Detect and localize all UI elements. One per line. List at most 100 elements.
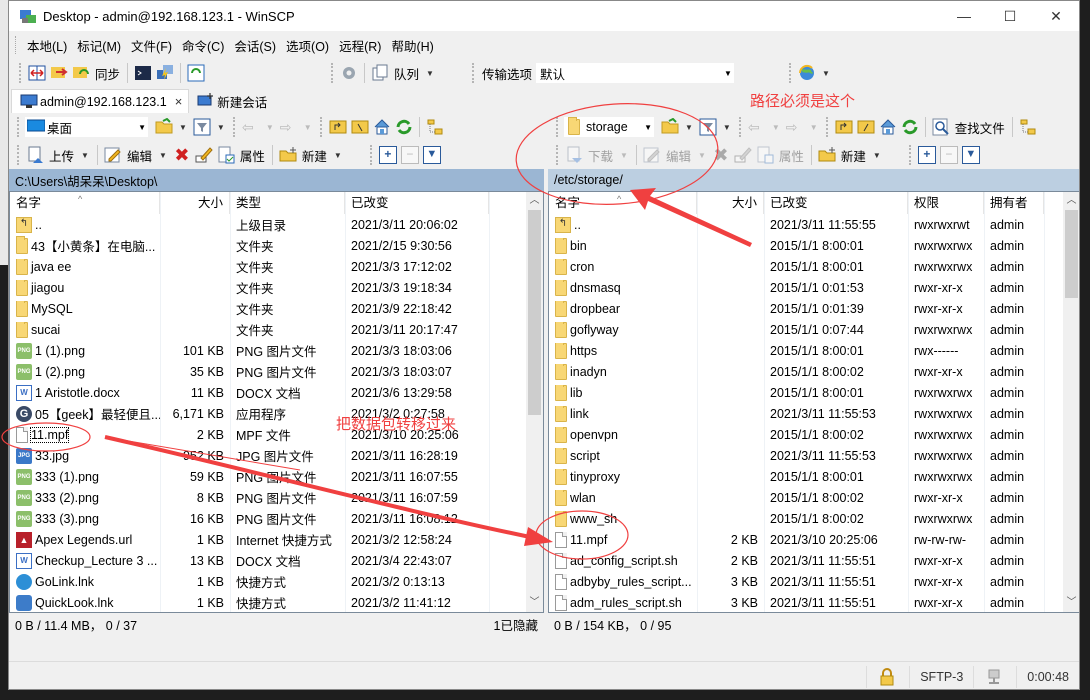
toolbar-grip[interactable] <box>369 145 373 165</box>
edit-dropdown-arrow[interactable]: ▼ <box>159 151 167 160</box>
file-row[interactable]: PNG 1 (2).png 35 KB PNG 图片文件 2021/3/3 18:03:… <box>10 361 543 382</box>
globe-dropdown-arrow[interactable]: ▼ <box>822 69 830 78</box>
file-row[interactable]: W1 Aristotle.docx 11 KB DOCX 文档 2021/3/6 13… <box>10 382 543 403</box>
select-plus-icon[interactable]: + <box>378 146 397 164</box>
home-icon[interactable] <box>373 118 391 136</box>
tab-session-admin[interactable]: admin@192.168.123.1 × <box>11 89 190 113</box>
root-directory-icon[interactable] <box>351 118 369 136</box>
forward-arrow-icon[interactable]: ⇨ <box>786 118 804 136</box>
filter-icon[interactable] <box>193 118 211 136</box>
back-dropdown-arrow[interactable]: ▼ <box>266 123 274 132</box>
file-row[interactable]: PNG 333 (2).png 8 KB PNG 图片文件 2021/3/11 16:0… <box>10 487 543 508</box>
col-header-size[interactable]: 大小 <box>697 192 764 214</box>
file-row[interactable]: MySQL 文件夹 2021/3/9 22:18:42 <box>10 298 543 319</box>
file-row[interactable]: ↰.. 上级目录 2021/3/11 20:06:02 <box>10 214 543 235</box>
col-header-name[interactable]: 名字 ^ <box>549 192 697 214</box>
filter-dropdown-arrow[interactable]: ▼ <box>217 123 225 132</box>
toolbar-grip[interactable] <box>738 117 742 137</box>
toolbar-grip[interactable] <box>17 145 20 165</box>
console-icon[interactable] <box>134 64 152 82</box>
scroll-down-icon[interactable]: ﹀ <box>526 594 543 612</box>
scroll-up-icon[interactable]: ︿ <box>526 192 543 210</box>
file-row[interactable]: www_sh 2015/1/1 8:00:02 rwxrwxrwx admin <box>549 508 1079 529</box>
file-row[interactable]: dropbear 2015/1/1 0:01:39 rwxr-xr-x admin <box>549 298 1079 319</box>
file-row[interactable]: goflyway 2015/1/1 0:07:44 rwxrwxrwx admin <box>549 319 1079 340</box>
file-row[interactable]: lib 2015/1/1 8:00:01 rwxrwxrwx admin <box>549 382 1079 403</box>
new-button[interactable]: 新建 <box>841 146 866 165</box>
toolbar-grip[interactable] <box>17 117 20 137</box>
unselect-minus-icon[interactable]: − <box>939 146 958 164</box>
file-row[interactable]: 11.mpf 2 KB 2021/3/10 20:25:06 rw-rw-rw-adm… <box>549 529 1079 550</box>
col-header-rights[interactable]: 权限 <box>908 192 984 214</box>
refresh-icon[interactable] <box>901 118 919 136</box>
file-row[interactable]: inadyn 2015/1/1 8:00:02 rwxr-xr-x admin <box>549 361 1079 382</box>
rename-icon[interactable] <box>734 146 752 164</box>
toolbar-grip[interactable] <box>319 117 323 137</box>
toolbar-grip[interactable] <box>19 63 22 83</box>
file-row[interactable]: tinyproxy 2015/1/1 8:00:01 rwxrwxrwx admin <box>549 466 1079 487</box>
file-row[interactable]: PNG 333 (3).png 16 KB PNG 图片文件 2021/3/11 16:… <box>10 508 543 529</box>
rename-icon[interactable] <box>195 146 213 164</box>
file-row[interactable]: wlan 2015/1/1 8:00:02 rwxr-xr-x admin <box>549 487 1079 508</box>
edit-icon[interactable] <box>104 146 122 164</box>
scroll-down-icon[interactable]: ﹀ <box>1063 594 1079 612</box>
file-row[interactable]: ad_config_script.sh 2 KB 2021/3/11 11:55:5… <box>549 550 1079 571</box>
select-plus-icon[interactable]: + <box>917 146 936 164</box>
col-header-type[interactable]: 类型 <box>230 192 345 214</box>
col-header-changed[interactable]: 已改变 <box>764 192 908 214</box>
new-button[interactable]: 新建 <box>302 146 327 165</box>
putty-icon[interactable] <box>156 64 174 82</box>
home-icon[interactable] <box>879 118 897 136</box>
back-dropdown-arrow[interactable]: ▼ <box>772 123 780 132</box>
tree-view-icon[interactable] <box>426 118 444 136</box>
new-dropdown-arrow[interactable]: ▼ <box>334 151 342 160</box>
forward-arrow-icon[interactable]: ⇨ <box>280 118 298 136</box>
back-arrow-icon[interactable]: ⇦ <box>242 118 260 136</box>
queue-dropdown-arrow[interactable]: ▼ <box>426 69 434 78</box>
delete-icon[interactable]: ✖ <box>173 146 191 164</box>
file-row[interactable]: jiagou 文件夹 2021/3/3 19:18:34 <box>10 277 543 298</box>
new-dropdown-arrow[interactable]: ▼ <box>873 151 881 160</box>
menu-remote[interactable]: 远程(R) <box>334 36 386 55</box>
file-row[interactable]: G 05【geek】最轻便且... 6,171 KB 应用程序 2021/3/2 0:2… <box>10 403 543 424</box>
file-row[interactable]: GoLink.lnk 1 KB 快捷方式 2021/3/2 0:13:13 <box>10 571 543 592</box>
toolbar-grip[interactable] <box>232 117 236 137</box>
toolbar-grip[interactable] <box>788 63 792 83</box>
file-row[interactable]: 11.mpf 2 KB MPF 文件 2021/3/10 20:25:06 <box>10 424 543 445</box>
edit-button[interactable]: 编辑 <box>666 146 691 165</box>
menu-session[interactable]: 会话(S) <box>229 36 281 55</box>
scroll-thumb[interactable] <box>528 210 541 415</box>
scroll-up-icon[interactable]: ︿ <box>1063 192 1079 210</box>
filter-dropdown-arrow[interactable]: ▼ <box>723 123 731 132</box>
menu-commands[interactable]: 命令(C) <box>177 36 229 55</box>
remote-location-select[interactable]: storage ▼ <box>563 116 655 138</box>
file-row[interactable]: java ee 文件夹 2021/3/3 17:12:02 <box>10 256 543 277</box>
filter-select-icon[interactable]: ▼ <box>422 146 441 164</box>
toolbar-grip[interactable] <box>331 63 334 83</box>
properties-button[interactable]: 属性 <box>240 146 265 165</box>
close-tab-icon[interactable]: × <box>175 94 183 109</box>
toolbar-grip[interactable] <box>908 145 912 165</box>
forward-dropdown-arrow[interactable]: ▼ <box>304 123 312 132</box>
file-row[interactable]: 43【小黄条】在电脑... 文件夹 2021/2/15 9:30:56 <box>10 235 543 256</box>
download-button[interactable]: 下载 <box>588 146 613 165</box>
filter-select-icon[interactable]: ▼ <box>961 146 980 164</box>
toolbar-grip[interactable] <box>471 63 475 83</box>
menu-grip[interactable] <box>15 36 18 54</box>
toolbar-grip[interactable] <box>556 145 559 165</box>
transfer-preset-select[interactable]: 默认 ▼ <box>534 62 735 84</box>
parent-directory-icon[interactable] <box>835 118 853 136</box>
remote-path-bar[interactable]: /etc/storage/ <box>548 169 1079 191</box>
compare-directories-icon[interactable] <box>28 64 46 82</box>
refresh-session-icon[interactable] <box>187 64 205 82</box>
delete-icon[interactable]: ✖ <box>712 146 730 164</box>
menu-files[interactable]: 文件(F) <box>126 36 177 55</box>
queue-button[interactable]: 队列 <box>394 64 419 83</box>
toolbar-grip[interactable] <box>556 117 559 137</box>
file-row[interactable]: JPG 33.jpg 952 KB JPG 图片文件 2021/3/11 16:28:1… <box>10 445 543 466</box>
remote-vertical-scrollbar[interactable]: ︿ ﹀ <box>1063 192 1079 612</box>
preferences-gear-icon[interactable] <box>340 64 358 82</box>
filter-icon[interactable] <box>699 118 717 136</box>
refresh-icon[interactable] <box>395 118 413 136</box>
file-row[interactable]: bin 2015/1/1 8:00:01 rwxrwxrwx admin <box>549 235 1079 256</box>
